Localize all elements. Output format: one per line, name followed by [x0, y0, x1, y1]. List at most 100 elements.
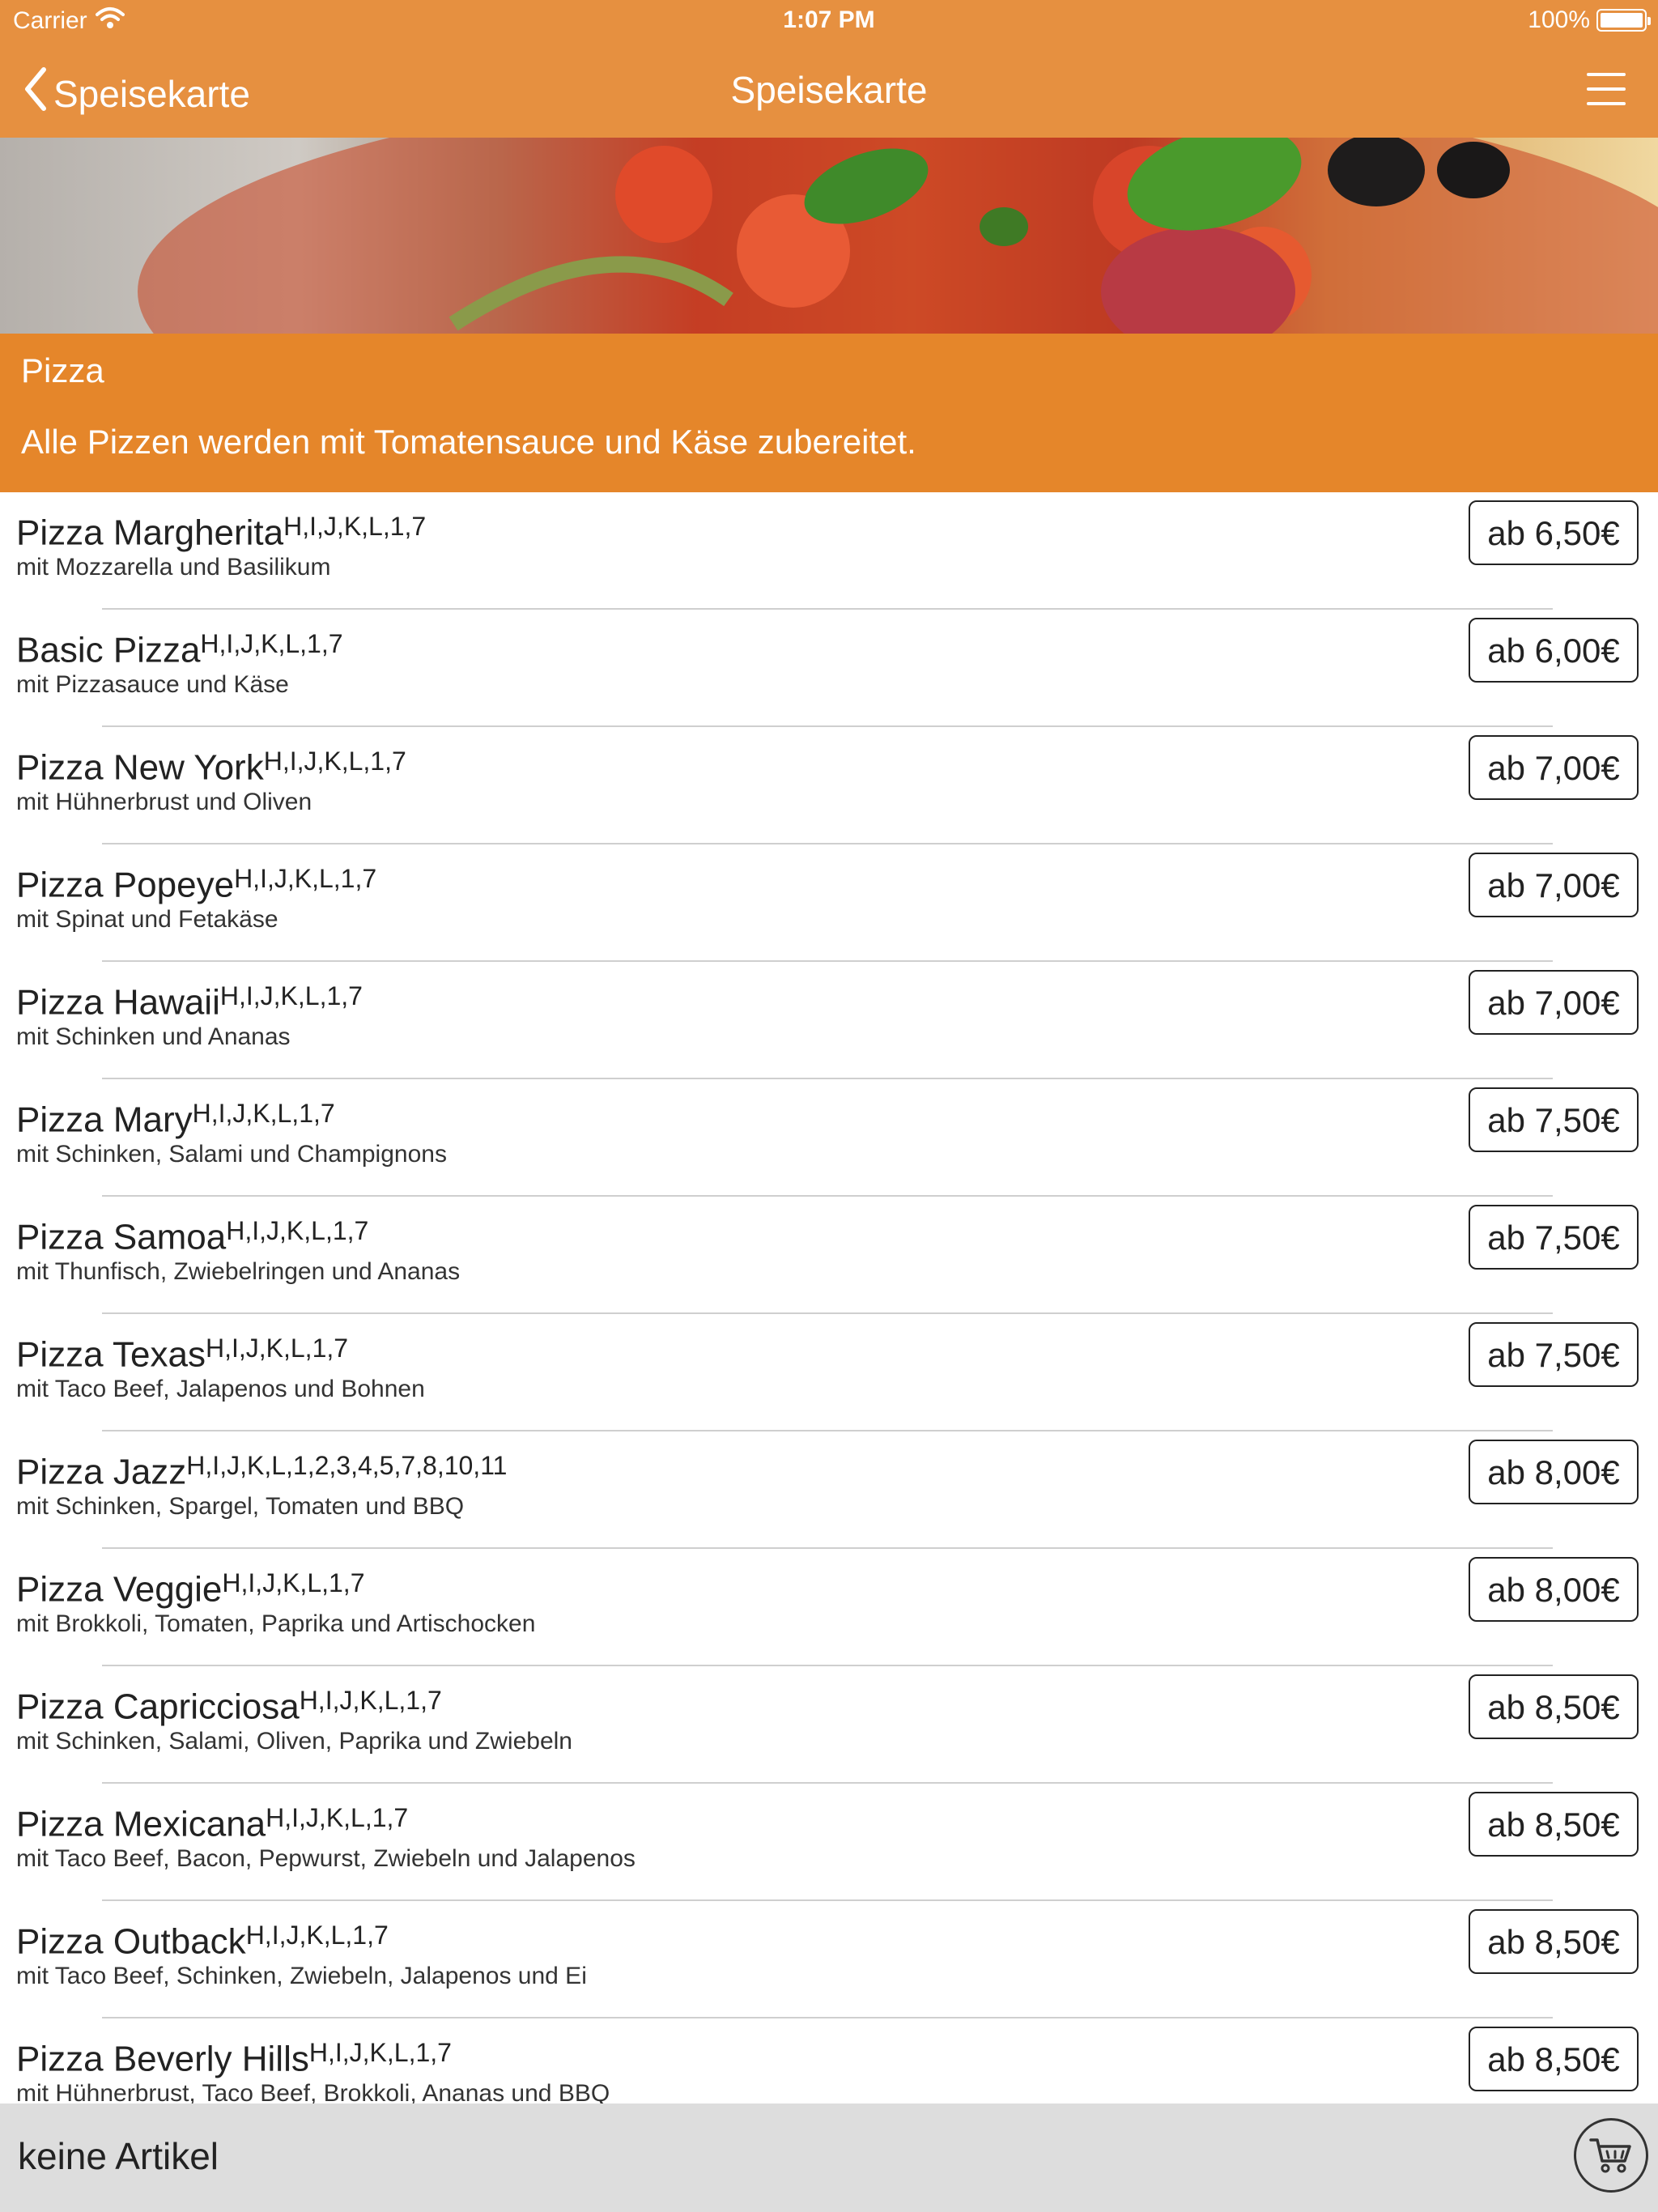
item-name: Pizza New YorkH,I,J,K,L,1,7: [16, 743, 406, 789]
item-allergens: H,I,J,K,L,1,7: [299, 1686, 442, 1715]
item-name-text: Pizza Beverly Hills: [16, 2039, 309, 2079]
add-to-cart-price-button[interactable]: ab 8,50€: [1469, 2027, 1639, 2091]
list-item[interactable]: Basic PizzaH,I,J,K,L,1,7 mit Pizzasauce …: [0, 610, 1658, 727]
header: Carrier 1:07 PM 100% Speisekarte Speisek…: [0, 0, 1658, 139]
item-name: Pizza OutbackH,I,J,K,L,1,7: [16, 1917, 389, 1963]
item-allergens: H,I,J,K,L,1,7: [263, 747, 406, 776]
status-right: 100%: [1528, 6, 1651, 34]
item-description: mit Hühnerbrust und Oliven: [16, 789, 312, 815]
list-item[interactable]: Pizza TexasH,I,J,K,L,1,7 mit Taco Beef, …: [0, 1314, 1658, 1431]
item-description: mit Spinat und Fetakäse: [16, 906, 278, 933]
add-to-cart-price-button[interactable]: ab 8,00€: [1469, 1557, 1639, 1622]
add-to-cart-price-button[interactable]: ab 6,50€: [1469, 500, 1639, 565]
app-screen: Carrier 1:07 PM 100% Speisekarte Speisek…: [0, 0, 1658, 2212]
list-item[interactable]: Pizza MexicanaH,I,J,K,L,1,7 mit Taco Bee…: [0, 1784, 1658, 1901]
item-description: mit Taco Beef, Bacon, Pepwurst, Zwiebeln…: [16, 1845, 636, 1872]
item-allergens: H,I,J,K,L,1,7: [192, 1099, 335, 1128]
navigation-bar: Speisekarte Speisekarte: [0, 50, 1658, 131]
item-name: Pizza PopeyeH,I,J,K,L,1,7: [16, 861, 376, 906]
item-description: mit Taco Beef, Jalapenos und Bohnen: [16, 1376, 425, 1402]
add-to-cart-price-button[interactable]: ab 8,00€: [1469, 1440, 1639, 1504]
item-description: mit Schinken, Salami, Oliven, Paprika un…: [16, 1728, 572, 1755]
battery-icon: [1596, 9, 1651, 32]
item-name: Pizza SamoaH,I,J,K,L,1,7: [16, 1213, 368, 1258]
item-name-text: Pizza Margherita: [16, 513, 284, 553]
item-name-text: Pizza Veggie: [16, 1569, 223, 1610]
list-item[interactable]: Pizza CapricciosaH,I,J,K,L,1,7 mit Schin…: [0, 1666, 1658, 1784]
list-item[interactable]: Pizza VeggieH,I,J,K,L,1,7 mit Brokkoli, …: [0, 1549, 1658, 1666]
item-name: Pizza MargheritaH,I,J,K,L,1,7: [16, 508, 426, 554]
cart-status: keine Artikel: [18, 2135, 219, 2177]
list-item[interactable]: Pizza MaryH,I,J,K,L,1,7 mit Schinken, Sa…: [0, 1079, 1658, 1197]
cart-bar[interactable]: keine Artikel: [0, 2104, 1658, 2212]
item-allergens: H,I,J,K,L,1,7: [205, 1334, 349, 1363]
item-allergens: H,I,J,K,L,1,7: [283, 512, 427, 541]
item-description: mit Schinken, Salami und Champignons: [16, 1141, 447, 1168]
item-name-text: Pizza Hawaii: [16, 982, 220, 1023]
item-name-text: Pizza Popeye: [16, 865, 235, 905]
list-item[interactable]: Pizza MargheritaH,I,J,K,L,1,7 mit Mozzar…: [0, 492, 1658, 610]
hamburger-menu-icon[interactable]: [1587, 70, 1626, 108]
item-allergens: H,I,J,K,L,1,2,3,4,5,7,8,10,11: [186, 1451, 508, 1480]
add-to-cart-price-button[interactable]: ab 7,00€: [1469, 970, 1639, 1035]
item-allergens: H,I,J,K,L,1,7: [219, 981, 363, 1010]
battery-percent: 100%: [1528, 6, 1590, 33]
add-to-cart-price-button[interactable]: ab 7,00€: [1469, 853, 1639, 917]
item-name: Pizza Beverly HillsH,I,J,K,L,1,7: [16, 2035, 452, 2080]
item-allergens: H,I,J,K,L,1,7: [266, 1803, 409, 1832]
list-item[interactable]: Pizza OutbackH,I,J,K,L,1,7 mit Taco Beef…: [0, 1901, 1658, 2018]
item-description: mit Hühnerbrust, Taco Beef, Brokkoli, An…: [16, 2080, 610, 2104]
list-item[interactable]: Pizza JazzH,I,J,K,L,1,2,3,4,5,7,8,10,11 …: [0, 1431, 1658, 1549]
item-name: Pizza HawaiiH,I,J,K,L,1,7: [16, 978, 363, 1023]
list-item[interactable]: Pizza PopeyeH,I,J,K,L,1,7 mit Spinat und…: [0, 844, 1658, 962]
category-description: Alle Pizzen werden mit Tomatensauce und …: [21, 423, 916, 461]
item-allergens: H,I,J,K,L,1,7: [200, 629, 343, 658]
item-description: mit Mozzarella und Basilikum: [16, 554, 331, 581]
list-item[interactable]: Pizza Beverly HillsH,I,J,K,L,1,7 mit Hüh…: [0, 2018, 1658, 2104]
list-item[interactable]: Pizza SamoaH,I,J,K,L,1,7 mit Thunfisch, …: [0, 1197, 1658, 1314]
add-to-cart-price-button[interactable]: ab 7,00€: [1469, 735, 1639, 800]
add-to-cart-price-button[interactable]: ab 8,50€: [1469, 1909, 1639, 1974]
menu-item-list[interactable]: Pizza MargheritaH,I,J,K,L,1,7 mit Mozzar…: [0, 492, 1658, 2104]
list-item[interactable]: Pizza HawaiiH,I,J,K,L,1,7 mit Schinken u…: [0, 962, 1658, 1079]
add-to-cart-price-button[interactable]: ab 7,50€: [1469, 1205, 1639, 1270]
item-name-text: Basic Pizza: [16, 630, 201, 670]
add-to-cart-price-button[interactable]: ab 8,50€: [1469, 1792, 1639, 1857]
item-name: Pizza MexicanaH,I,J,K,L,1,7: [16, 1800, 408, 1845]
item-name-text: Pizza Jazz: [16, 1452, 187, 1492]
add-to-cart-price-button[interactable]: ab 7,50€: [1469, 1087, 1639, 1152]
item-name: Pizza MaryH,I,J,K,L,1,7: [16, 1095, 335, 1141]
item-description: mit Thunfisch, Zwiebelringen und Ananas: [16, 1258, 461, 1285]
item-description: mit Schinken, Spargel, Tomaten und BBQ: [16, 1493, 465, 1520]
page-title: Speisekarte: [730, 69, 928, 111]
item-description: mit Pizzasauce und Käse: [16, 671, 289, 698]
item-name-text: Pizza Mexicana: [16, 1804, 266, 1844]
category-banner-image: [0, 138, 1658, 334]
category-header: Pizza Alle Pizzen werden mit Tomatensauc…: [0, 334, 1658, 492]
item-name: Pizza JazzH,I,J,K,L,1,2,3,4,5,7,8,10,11: [16, 1448, 507, 1493]
status-bar: Carrier 1:07 PM 100%: [0, 0, 1658, 45]
item-name: Pizza VeggieH,I,J,K,L,1,7: [16, 1565, 364, 1610]
list-item[interactable]: Pizza New YorkH,I,J,K,L,1,7 mit Hühnerbr…: [0, 727, 1658, 844]
item-name-text: Pizza Samoa: [16, 1217, 227, 1257]
item-name-text: Pizza Mary: [16, 1100, 193, 1140]
item-name-text: Pizza Texas: [16, 1334, 206, 1375]
item-allergens: H,I,J,K,L,1,7: [234, 864, 377, 893]
add-to-cart-price-button[interactable]: ab 8,50€: [1469, 1674, 1639, 1739]
item-description: mit Taco Beef, Schinken, Zwiebeln, Jalap…: [16, 1963, 587, 1989]
status-time: 1:07 PM: [783, 6, 875, 33]
item-allergens: H,I,J,K,L,1,7: [222, 1568, 365, 1597]
item-allergens: H,I,J,K,L,1,7: [226, 1216, 369, 1245]
item-description: mit Schinken und Ananas: [16, 1023, 291, 1050]
item-name-text: Pizza New York: [16, 747, 264, 788]
item-name: Pizza CapricciosaH,I,J,K,L,1,7: [16, 1682, 442, 1728]
item-name: Pizza TexasH,I,J,K,L,1,7: [16, 1330, 348, 1376]
add-to-cart-price-button[interactable]: ab 6,00€: [1469, 618, 1639, 683]
item-allergens: H,I,J,K,L,1,7: [308, 2038, 452, 2067]
item-allergens: H,I,J,K,L,1,7: [245, 1921, 389, 1950]
item-name-text: Pizza Capricciosa: [16, 1687, 300, 1727]
item-name: Basic PizzaH,I,J,K,L,1,7: [16, 626, 343, 671]
shopping-cart-icon[interactable]: [1574, 2118, 1648, 2193]
add-to-cart-price-button[interactable]: ab 7,50€: [1469, 1322, 1639, 1387]
item-description: mit Brokkoli, Tomaten, Paprika und Artis…: [16, 1610, 536, 1637]
